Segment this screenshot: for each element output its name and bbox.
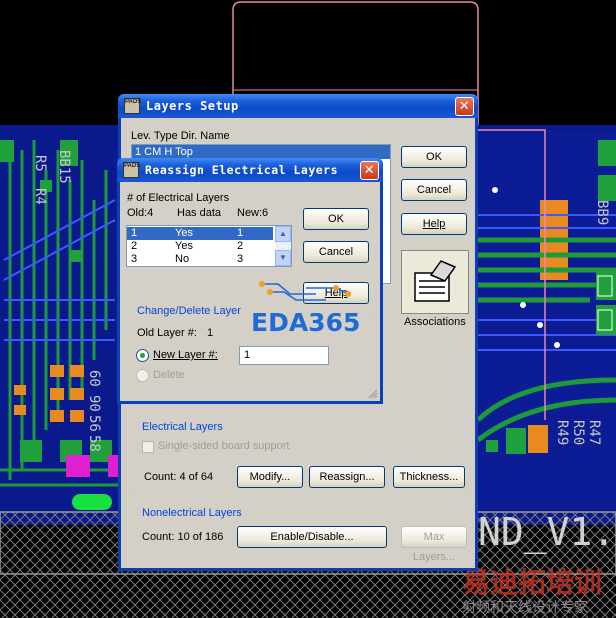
associations-icon (414, 260, 457, 302)
reassign-button[interactable]: Reassign... (309, 466, 385, 488)
silk-r47: R47 (586, 420, 602, 445)
reassign-layers-dialog: PADS Reassign Electrical Layers ✕ # of E… (117, 158, 383, 404)
associations-button[interactable] (401, 250, 469, 314)
watermark-subtitle: 射频和天线设计专家 (462, 599, 588, 616)
reassign-cancel-button[interactable]: Cancel (303, 241, 369, 263)
pads-app-icon: PADS (123, 162, 140, 178)
silk-r4: R4 (32, 188, 48, 205)
silk-bb9: BB9 (594, 200, 610, 225)
pads-app-icon: PADS (124, 98, 141, 114)
layers-setup-title: Layers Setup (146, 99, 239, 113)
close-icon[interactable]: ✕ (360, 161, 379, 180)
row-has-data: Yes (175, 227, 193, 239)
row-old: 2 (131, 240, 138, 252)
silk-58: 58 (86, 435, 102, 452)
reassign-titlebar[interactable]: PADS Reassign Electrical Layers ✕ (117, 158, 383, 182)
reassign-ok-button[interactable]: OK (303, 208, 369, 230)
new-layer-value: 1 (244, 349, 251, 361)
single-sided-checkbox[interactable] (142, 441, 154, 453)
list-scrollbar[interactable]: ▲ ▼ (275, 226, 291, 266)
max-layers-button[interactable]: Max Layers... (401, 526, 467, 563)
layer-list-row[interactable]: 1 CM H Top (132, 145, 390, 159)
old-layer-value: 1 (207, 327, 214, 339)
new-layer-label: New Layer #: (153, 349, 218, 361)
silk-r49: R49 (554, 420, 570, 445)
close-icon[interactable]: ✕ (455, 97, 474, 116)
new-count-label: New:6 (237, 207, 269, 219)
electrical-count: Count: 4 of 64 (144, 471, 214, 483)
enable-disable-button[interactable]: Enable/Disable... (237, 526, 387, 548)
reassign-layer-list[interactable]: 1 Yes 1 2 Yes 2 3 No 3 ▲ ▼ (126, 225, 292, 267)
silk-bb15: BB15 (56, 150, 72, 184)
old-count-label: Old:4 (127, 207, 154, 219)
old-layer-label: Old Layer #: (137, 327, 197, 339)
watermark-brand: 易迪拓培训 (462, 566, 602, 599)
delete-label: Delete (153, 369, 185, 381)
help-button[interactable]: Help (401, 213, 467, 235)
silk-60: 60 (86, 370, 102, 387)
row-has-data: No (175, 253, 190, 265)
scroll-up-icon[interactable]: ▲ (275, 226, 291, 242)
electrical-layers-label: Electrical Layers (140, 421, 225, 433)
nonelectrical-layers-label: Nonelectrical Layers (140, 507, 244, 519)
eda365-circuit-icon (259, 281, 351, 301)
silk-r50: R50 (570, 420, 586, 445)
list-item[interactable]: 1 Yes 1 (127, 227, 273, 240)
resize-grip-icon[interactable] (366, 387, 378, 399)
cancel-button[interactable]: Cancel (401, 179, 467, 201)
has-data-label: Has data (177, 207, 222, 219)
single-sided-label: Single-sided board support (158, 440, 290, 452)
silk-56: 56 (86, 415, 102, 432)
ok-button[interactable]: OK (401, 146, 467, 168)
change-delete-label: Change/Delete Layer (135, 305, 243, 317)
row-new: 1 (237, 227, 244, 239)
silk-board-name: ND_V1.1 (478, 510, 616, 555)
electrical-layer-count-label: # of Electrical Layers (127, 192, 230, 204)
layers-setup-titlebar[interactable]: PADS Layers Setup ✕ (118, 94, 478, 118)
new-layer-radio[interactable] (136, 349, 149, 362)
list-item[interactable]: 2 Yes 2 (127, 240, 273, 253)
silk-90: 90 (86, 395, 102, 412)
list-item[interactable]: 3 No 3 (127, 253, 273, 266)
row-has-data: Yes (175, 240, 193, 252)
row-new: 2 (237, 240, 244, 252)
row-new: 3 (237, 253, 244, 265)
thickness-button[interactable]: Thickness... (393, 466, 465, 488)
silk-r5: R5 (32, 155, 48, 172)
layer-list-header: Lev. Type Dir. Name (131, 130, 230, 142)
associations-label: Associations (404, 316, 466, 328)
change-delete-group: Change/Delete Layer Old Layer #: 1 New L… (126, 305, 376, 390)
row-old: 1 (131, 227, 138, 239)
nonelectrical-count: Count: 10 of 186 (142, 531, 224, 543)
new-layer-input[interactable]: 1 (239, 346, 329, 365)
scroll-down-icon[interactable]: ▼ (275, 250, 291, 266)
reassign-title: Reassign Electrical Layers (145, 163, 339, 177)
delete-radio[interactable] (136, 369, 149, 382)
modify-button[interactable]: Modify... (237, 466, 303, 488)
row-old: 3 (131, 253, 138, 265)
